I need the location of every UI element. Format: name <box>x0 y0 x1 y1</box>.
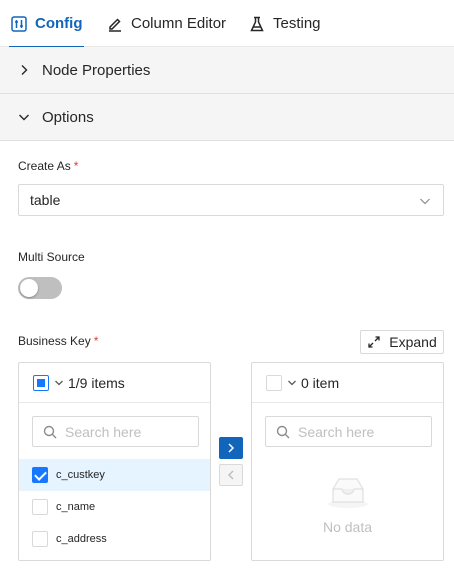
chevron-left-icon <box>226 470 236 480</box>
source-list-header: 1/9 items <box>19 363 210 403</box>
chevron-down-icon <box>18 111 30 123</box>
create-as-label: Create As * <box>18 159 78 173</box>
empty-inbox-icon <box>324 475 372 509</box>
tab-column-editor[interactable]: Column Editor <box>107 0 226 47</box>
create-as-label-text: Create As <box>18 159 71 173</box>
move-right-button[interactable] <box>219 437 243 459</box>
list-item[interactable]: c_name <box>19 491 210 523</box>
chevron-right-icon <box>18 64 30 76</box>
required-mark: * <box>73 159 79 173</box>
item-checkbox[interactable] <box>32 499 48 515</box>
multi-source-toggle[interactable] <box>18 277 62 299</box>
create-as-value: table <box>30 192 61 208</box>
caret-down-icon[interactable] <box>54 378 64 388</box>
options-label: Options <box>42 108 94 126</box>
create-as-select[interactable]: table <box>18 184 444 216</box>
target-search-field[interactable] <box>265 416 432 447</box>
search-icon <box>43 425 57 439</box>
source-search-input[interactable] <box>65 423 185 440</box>
chevron-down-icon <box>419 195 431 207</box>
toggle-knob <box>20 279 38 297</box>
sliders-icon <box>11 15 27 32</box>
target-list-panel: 0 item No data <box>251 362 444 561</box>
tab-testing[interactable]: Testing <box>249 0 321 47</box>
tab-testing-label: Testing <box>273 15 321 32</box>
expand-arrows-icon <box>367 335 381 349</box>
select-all-checkbox[interactable] <box>33 374 49 391</box>
node-properties-label: Node Properties <box>42 61 151 79</box>
expand-label: Expand <box>389 334 437 350</box>
flask-icon <box>249 16 265 32</box>
node-properties-header[interactable]: Node Properties <box>0 47 454 94</box>
options-header[interactable]: Options <box>0 94 454 141</box>
target-count: 0 item <box>301 374 340 391</box>
tab-column-editor-label: Column Editor <box>131 15 227 32</box>
list-item[interactable]: c_address <box>19 523 210 555</box>
move-left-button[interactable] <box>219 464 243 486</box>
empty-text: No data <box>322 519 373 535</box>
pencil-icon <box>107 16 123 32</box>
expand-button[interactable]: Expand <box>360 330 444 354</box>
business-key-label-text: Business Key <box>18 334 91 348</box>
chevron-right-icon <box>226 443 236 453</box>
search-icon <box>276 425 290 439</box>
list-item-label: c_name <box>56 501 96 513</box>
source-list-panel: 1/9 items c_custkey c_name c_address <box>18 362 211 561</box>
list-item[interactable]: c_custkey <box>19 459 210 491</box>
list-item-label: c_address <box>56 533 107 545</box>
list-item-label: c_custkey <box>56 469 105 481</box>
business-key-label: Business Key * <box>18 334 98 348</box>
source-count: 1/9 items <box>68 374 125 391</box>
target-search-input[interactable] <box>298 423 418 440</box>
empty-state: No data <box>252 475 443 535</box>
multi-source-label: Multi Source <box>18 250 85 264</box>
tab-config-label: Config <box>35 15 83 32</box>
tab-config[interactable]: Config <box>8 0 85 48</box>
required-mark: * <box>93 334 99 348</box>
tab-bar: Config Column Editor Testing <box>0 0 454 48</box>
source-search-field[interactable] <box>32 416 199 447</box>
target-list-header: 0 item <box>252 363 443 403</box>
item-checkbox[interactable] <box>32 531 48 547</box>
caret-down-icon[interactable] <box>287 378 297 388</box>
select-all-checkbox[interactable] <box>266 374 282 391</box>
item-checkbox[interactable] <box>32 467 48 483</box>
